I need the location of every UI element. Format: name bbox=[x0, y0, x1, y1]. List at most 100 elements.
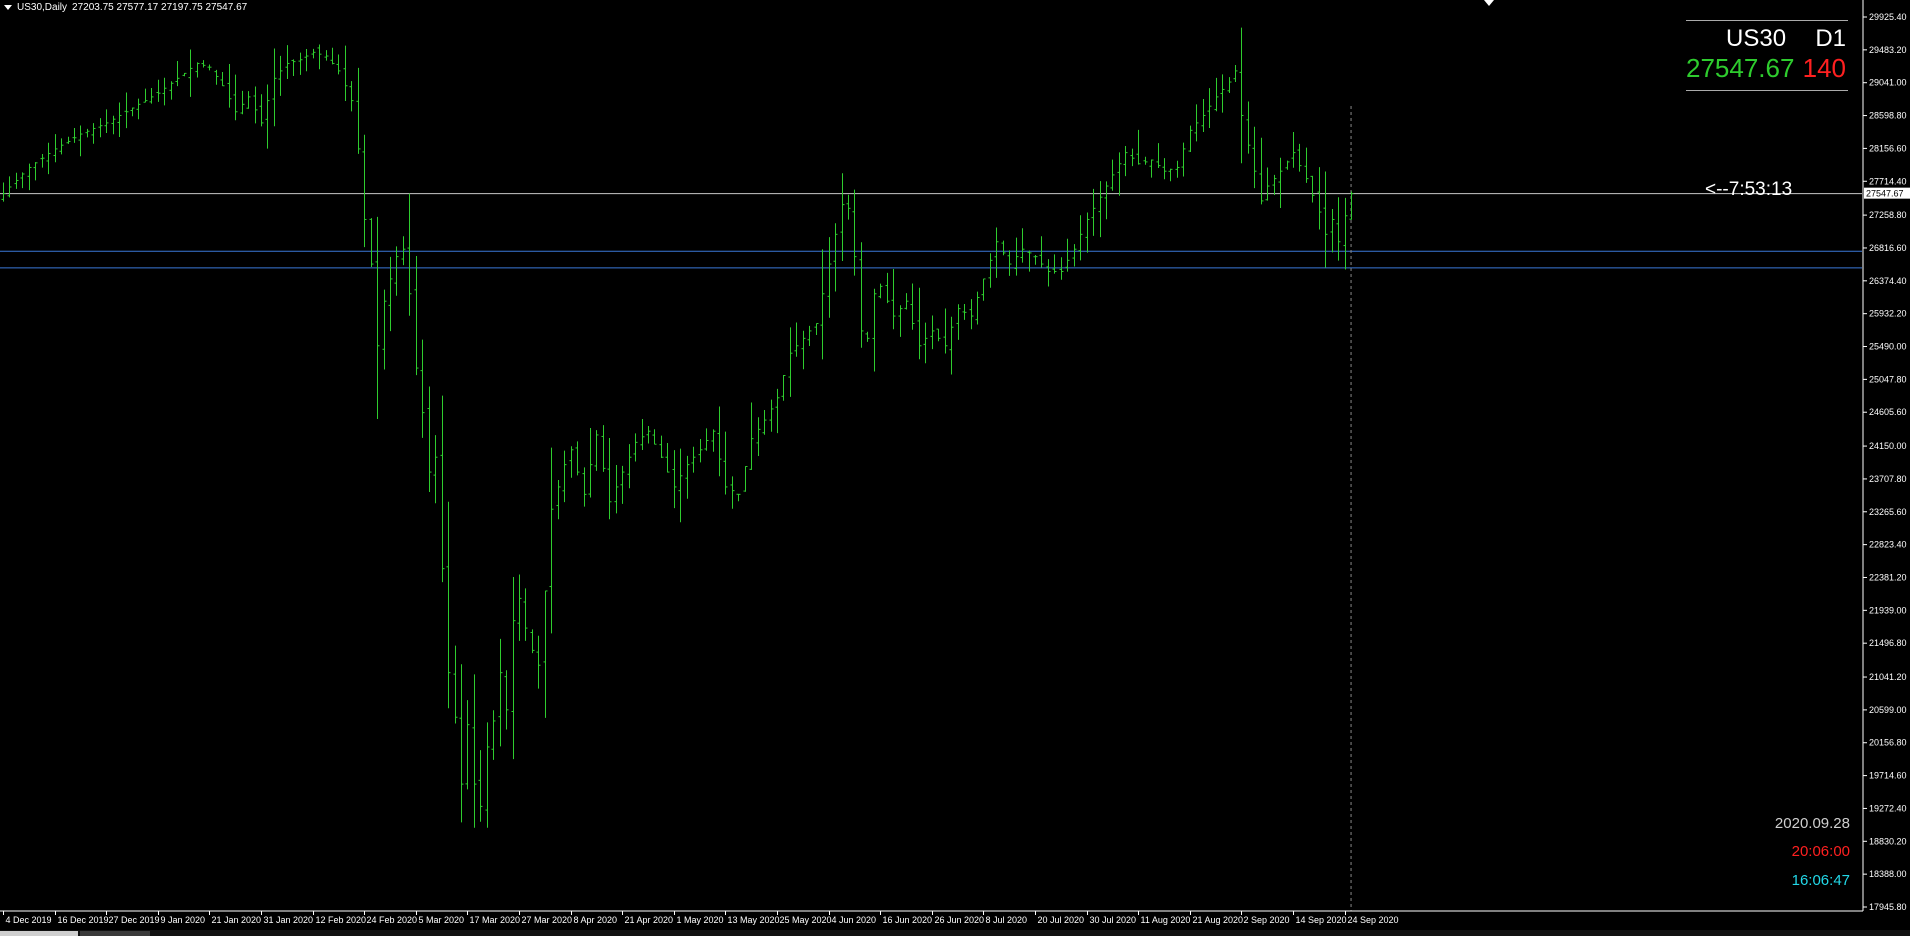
time-tick-label: 16 Dec 2019 bbox=[58, 915, 109, 925]
ohlc-bar bbox=[72, 128, 77, 143]
ohlc-bar bbox=[214, 69, 219, 85]
ohlc-bar bbox=[446, 501, 451, 709]
time-tick-label: 14 Sep 2020 bbox=[1296, 915, 1347, 925]
ohlc-bar bbox=[453, 645, 458, 724]
scroll-caret-icon[interactable] bbox=[1484, 0, 1494, 6]
ohlc-bar bbox=[1175, 160, 1180, 178]
ohlc-bar bbox=[233, 74, 238, 121]
ohlc-bar bbox=[781, 374, 786, 401]
panel-bottom-rule bbox=[1686, 90, 1848, 91]
time-tick-label: 25 May 2020 bbox=[780, 915, 832, 925]
menu-triangle-icon[interactable] bbox=[4, 4, 12, 10]
ohlc-bar bbox=[227, 64, 232, 108]
ohlc-bar bbox=[1349, 191, 1354, 220]
ohlc-bar bbox=[1278, 157, 1283, 208]
ohlc-bar bbox=[349, 81, 354, 112]
ohlc-bar bbox=[111, 115, 116, 135]
ohlc-bar bbox=[1265, 167, 1270, 201]
ohlc-bar bbox=[543, 590, 548, 718]
ohlc-bar bbox=[717, 406, 722, 477]
ohlc-bar bbox=[569, 446, 574, 478]
ohlc-bar bbox=[195, 62, 200, 78]
ohlc-bar bbox=[865, 331, 870, 342]
ohlc-bar bbox=[1078, 215, 1083, 261]
ohlc-bar bbox=[749, 402, 754, 470]
price-tick-label: 24605.60 bbox=[1869, 407, 1907, 417]
ohlc-bar bbox=[298, 52, 303, 75]
ohlc-bar bbox=[1317, 167, 1322, 230]
ohlc-bar bbox=[498, 638, 503, 747]
price-tick-label: 25490.00 bbox=[1869, 342, 1907, 352]
ohlc-bar bbox=[104, 109, 109, 134]
time-tick-label: 17 Mar 2020 bbox=[470, 915, 521, 925]
ohlc-bar bbox=[259, 94, 264, 127]
ohlc-bar bbox=[1272, 174, 1277, 196]
ohlc-bar bbox=[253, 86, 258, 124]
ohlc-bar bbox=[382, 289, 387, 370]
ohlc-bar bbox=[988, 253, 993, 288]
ohlc-bar bbox=[317, 44, 322, 70]
ohlc-bar bbox=[1304, 147, 1309, 183]
chart-header: US30,Daily 27203.75 27577.17 27197.75 27… bbox=[0, 0, 247, 14]
chart-tab[interactable] bbox=[80, 931, 150, 936]
ohlc-bar bbox=[478, 750, 483, 822]
ohlc-bar bbox=[994, 227, 999, 278]
ohlc-bar bbox=[549, 447, 554, 634]
ohlc-bar bbox=[975, 291, 980, 325]
ohlc-bar bbox=[1033, 255, 1038, 265]
time-tick-label: 13 May 2020 bbox=[728, 915, 780, 925]
ohlc-bar bbox=[98, 118, 103, 138]
panel-timeframe: D1 bbox=[1815, 25, 1846, 52]
time-tick-label: 8 Jul 2020 bbox=[986, 915, 1028, 925]
ohlc-bar bbox=[278, 55, 283, 96]
ohlc-bar bbox=[930, 315, 935, 350]
ohlc-bar bbox=[833, 223, 838, 292]
ohlc-bar bbox=[1330, 208, 1335, 253]
panel-price: 27547.67 bbox=[1686, 53, 1795, 83]
price-tick-label: 19272.40 bbox=[1869, 803, 1907, 813]
ohlc-bar bbox=[1091, 188, 1096, 236]
clock-server-time: 20:06:00 bbox=[1791, 843, 1850, 860]
panel-spread: 140 bbox=[1802, 53, 1846, 83]
ohlc-bar bbox=[220, 72, 225, 87]
price-tick-label: 25047.80 bbox=[1869, 374, 1907, 384]
ohlc-bar bbox=[427, 386, 432, 493]
ohlc-bar bbox=[330, 47, 335, 65]
time-tick-label: 2 Sep 2020 bbox=[1244, 915, 1290, 925]
ohlc-bar bbox=[85, 128, 90, 138]
ohlc-bar bbox=[582, 467, 587, 507]
price-tick-label: 26374.40 bbox=[1869, 276, 1907, 286]
ohlc-bar bbox=[536, 635, 541, 689]
ohlc-bar bbox=[78, 125, 83, 157]
ohlc-bar bbox=[149, 88, 154, 104]
ohlc-bar bbox=[1143, 156, 1148, 165]
price-tick-label: 20156.80 bbox=[1869, 738, 1907, 748]
time-tick-label: 11 Aug 2020 bbox=[1141, 915, 1191, 925]
ohlc-bar bbox=[1207, 88, 1212, 129]
ohlc-bar bbox=[1291, 131, 1296, 168]
ohlc-bar bbox=[794, 322, 799, 357]
chart-tab-active[interactable] bbox=[0, 931, 78, 936]
ohlc-bar bbox=[1188, 125, 1193, 152]
price-tick-label: 28598.80 bbox=[1869, 111, 1907, 121]
ohlc-bar bbox=[665, 443, 670, 473]
ohlc-bar bbox=[562, 450, 567, 503]
ohlc-bar bbox=[1136, 129, 1141, 165]
price-tick-label: 23707.80 bbox=[1869, 474, 1907, 484]
price-tick-label: 20599.00 bbox=[1869, 705, 1907, 715]
ohlc-bar bbox=[949, 316, 954, 375]
price-tick-label: 27258.80 bbox=[1869, 210, 1907, 220]
ohlc-bar bbox=[1065, 238, 1070, 272]
ohlc-bar bbox=[504, 670, 509, 730]
ohlc-bar bbox=[807, 325, 812, 347]
ohlc-bar bbox=[27, 163, 32, 191]
chart-window[interactable]: 29925.40 29483.20 29041.00 28598.80 28156.60… bbox=[0, 0, 1910, 936]
ohlc-bar bbox=[1246, 101, 1251, 154]
price-chart[interactable]: 29925.40 29483.20 29041.00 28598.80 28156.60… bbox=[0, 0, 1910, 936]
ohlc-bar bbox=[640, 419, 645, 450]
ohlc-bar bbox=[917, 287, 922, 360]
ohlc-bar bbox=[491, 710, 496, 760]
ohlc-bar bbox=[943, 308, 948, 354]
ohlc-bar bbox=[465, 700, 470, 790]
ohlc-bar bbox=[246, 91, 251, 109]
